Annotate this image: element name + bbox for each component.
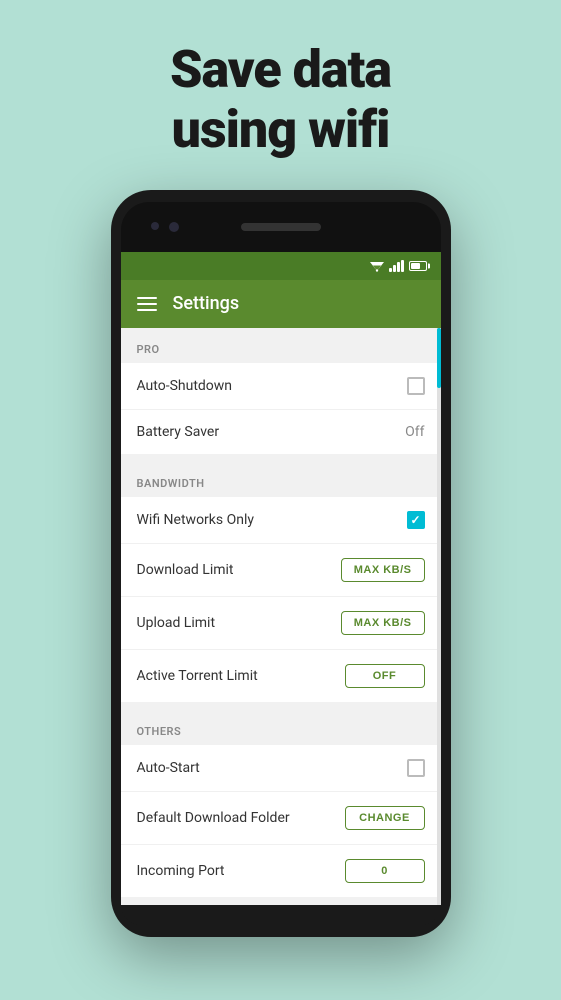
section-bandwidth: BANDWIDTH Wifi Networks Only ✓ Download … xyxy=(121,462,441,702)
label-auto-shutdown: Auto-Shutdown xyxy=(137,378,233,394)
camera-dot-1 xyxy=(151,222,159,230)
section-bandwidth-header: BANDWIDTH xyxy=(121,462,441,497)
phone-wrapper: Settings PRO Auto-Shutdown Battery Sav xyxy=(0,190,561,937)
checkbox-wifi-networks-only[interactable]: ✓ xyxy=(407,511,425,529)
btn-incoming-port[interactable]: 0 xyxy=(345,859,425,883)
row-battery-saver[interactable]: Battery Saver Off xyxy=(121,410,441,454)
camera-dot-2 xyxy=(169,222,179,232)
hero-section: Save data using wifi xyxy=(0,0,561,190)
label-auto-start: Auto-Start xyxy=(137,760,200,776)
btn-active-torrent-limit[interactable]: OFF xyxy=(345,664,425,688)
settings-bandwidth-content: Wifi Networks Only ✓ Download Limit MAX … xyxy=(121,497,441,702)
signal-icon xyxy=(389,260,404,272)
section-pro: PRO Auto-Shutdown Battery Saver Off xyxy=(121,328,441,454)
checkbox-auto-start[interactable] xyxy=(407,759,425,777)
scroll-thumb xyxy=(437,328,441,388)
status-bar xyxy=(121,252,441,280)
checkmark-wifi: ✓ xyxy=(410,513,420,527)
settings-others-content: Auto-Start Default Download Folder CHANG… xyxy=(121,745,441,897)
row-auto-start: Auto-Start xyxy=(121,745,441,792)
row-default-download-folder: Default Download Folder CHANGE xyxy=(121,792,441,845)
label-incoming-port: Incoming Port xyxy=(137,863,225,879)
battery-icon xyxy=(409,261,427,271)
row-download-limit: Download Limit MAX KB/S xyxy=(121,544,441,597)
phone-cameras xyxy=(151,222,179,232)
section-others: OTHERS Auto-Start Default Download Folde… xyxy=(121,710,441,897)
hero-line1: Save data xyxy=(170,39,391,100)
label-active-torrent-limit: Active Torrent Limit xyxy=(137,668,258,684)
phone-speaker xyxy=(241,223,321,231)
row-auto-shutdown: Auto-Shutdown xyxy=(121,363,441,410)
label-download-limit: Download Limit xyxy=(137,562,234,578)
row-upload-limit: Upload Limit MAX KB/S xyxy=(121,597,441,650)
row-wifi-networks-only: Wifi Networks Only ✓ xyxy=(121,497,441,544)
wifi-status-icon xyxy=(370,260,384,272)
btn-download-limit[interactable]: MAX KB/S xyxy=(341,558,425,582)
row-active-torrent-limit: Active Torrent Limit OFF xyxy=(121,650,441,702)
settings-pro-content: Auto-Shutdown Battery Saver Off xyxy=(121,363,441,454)
app-toolbar: Settings xyxy=(121,280,441,328)
phone-top-bezel xyxy=(121,202,441,252)
label-default-download-folder: Default Download Folder xyxy=(137,810,290,826)
row-incoming-port: Incoming Port 0 xyxy=(121,845,441,897)
toolbar-title: Settings xyxy=(173,293,240,314)
hero-line2: using wifi xyxy=(172,99,390,160)
phone-bottom-bezel xyxy=(121,905,441,925)
label-wifi-networks-only: Wifi Networks Only xyxy=(137,512,254,528)
battery-fill xyxy=(411,263,421,269)
btn-change-download-folder[interactable]: CHANGE xyxy=(345,806,425,830)
section-pro-header: PRO xyxy=(121,328,441,363)
btn-upload-limit[interactable]: MAX KB/S xyxy=(341,611,425,635)
section-others-header: OTHERS xyxy=(121,710,441,745)
label-upload-limit: Upload Limit xyxy=(137,615,216,631)
scroll-indicator xyxy=(437,328,441,905)
phone-screen: PRO Auto-Shutdown Battery Saver Off BAN xyxy=(121,328,441,905)
value-battery-saver: Off xyxy=(405,424,424,440)
label-battery-saver: Battery Saver xyxy=(137,424,220,440)
phone: Settings PRO Auto-Shutdown Battery Sav xyxy=(111,190,451,937)
hamburger-menu-button[interactable] xyxy=(137,297,157,311)
status-icons xyxy=(370,260,427,272)
checkbox-auto-shutdown[interactable] xyxy=(407,377,425,395)
